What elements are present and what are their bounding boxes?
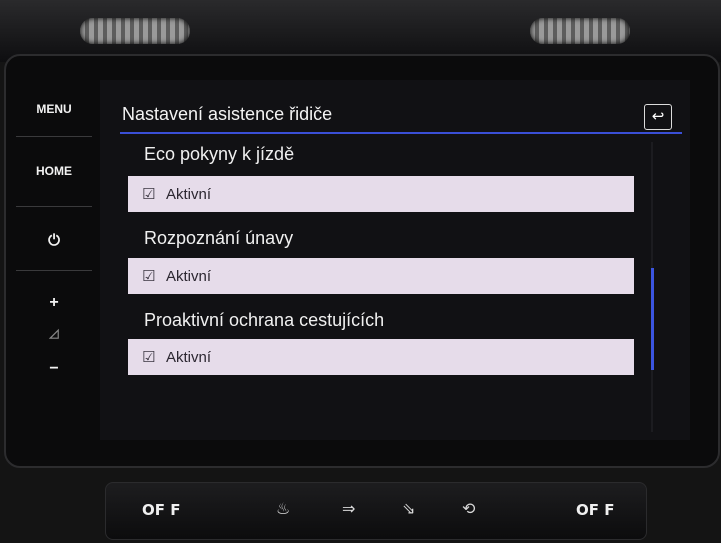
- fatigue-detection-checkbox-row[interactable]: ☑ Aktivní: [128, 258, 634, 294]
- power-icon[interactable]: ⏻: [10, 232, 98, 249]
- volume-up-button[interactable]: +: [10, 294, 98, 312]
- checkbox-checked-icon[interactable]: ☑: [142, 350, 156, 365]
- climate-control-panel: OF F ♨ ⇒ ⇘ ⟲ OF F: [105, 482, 647, 540]
- infotainment-screen: Nastavení asistence řidiče ↩ Eco pokyny …: [100, 80, 690, 440]
- page-title: Nastavení asistence řidiče: [122, 104, 333, 124]
- left-temp-off-button[interactable]: OF F: [142, 501, 180, 519]
- option-label: Aktivní: [166, 348, 212, 366]
- fan-face-icon[interactable]: ⇒: [342, 499, 355, 518]
- home-button[interactable]: HOME: [10, 164, 98, 178]
- proactive-protection-checkbox-row[interactable]: ☑ Aktivní: [128, 339, 634, 375]
- option-label: Aktivní: [166, 267, 212, 285]
- recirculation-icon[interactable]: ⟲: [462, 499, 475, 518]
- seat-heat-icon[interactable]: ♨: [276, 499, 290, 518]
- side-button-panel: MENU HOME ⏻ + ◿ −: [10, 70, 98, 450]
- header-divider: [120, 132, 682, 134]
- option-label: Aktivní: [166, 185, 212, 203]
- fatigue-detection-title: Rozpoznání únavy: [144, 228, 294, 248]
- menu-button[interactable]: MENU: [10, 102, 98, 116]
- side-separator: [16, 206, 92, 207]
- volume-down-button[interactable]: −: [10, 360, 98, 378]
- side-separator: [16, 136, 92, 137]
- checkbox-checked-icon[interactable]: ☑: [142, 269, 156, 284]
- checkbox-checked-icon[interactable]: ☑: [142, 187, 156, 202]
- fan-feet-icon[interactable]: ⇘: [402, 499, 415, 518]
- eco-hints-title: Eco pokyny k jízdě: [144, 144, 295, 164]
- scrollbar-thumb[interactable]: [651, 268, 654, 370]
- proactive-protection-title: Proaktivní ochrana cestujících: [144, 310, 385, 330]
- right-rotary-knob[interactable]: [530, 18, 630, 44]
- volume-icon: ◿: [49, 326, 59, 340]
- back-icon: ↩: [651, 107, 665, 125]
- right-temp-off-button[interactable]: OF F: [576, 501, 614, 519]
- screen-header: Nastavení asistence řidiče ↩: [120, 102, 680, 130]
- left-rotary-knob[interactable]: [80, 18, 190, 44]
- back-button[interactable]: ↩: [644, 104, 672, 130]
- eco-hints-checkbox-row[interactable]: ☑ Aktivní: [128, 176, 634, 212]
- side-separator: [16, 270, 92, 271]
- dashboard-trim: [0, 0, 721, 62]
